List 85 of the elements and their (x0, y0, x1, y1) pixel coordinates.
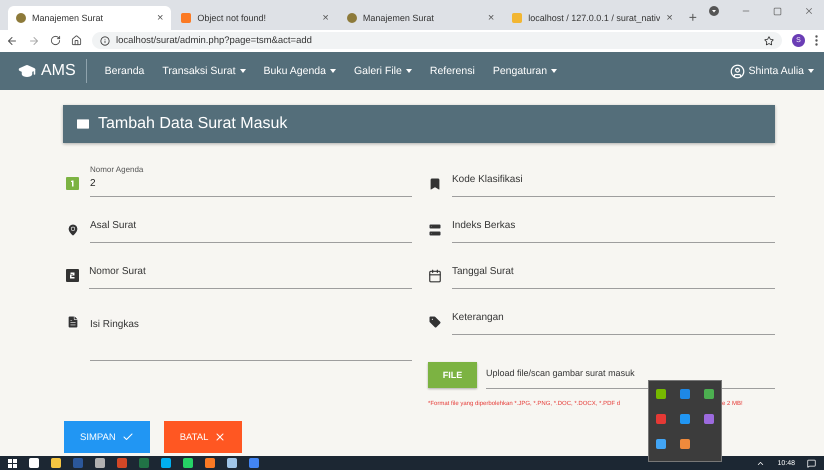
close-tab-button[interactable]: × (156, 12, 164, 24)
tray-app-icon[interactable] (680, 438, 690, 448)
tab-title: localhost / 127.0.0.1 / surat_nativ (528, 13, 660, 23)
input-field[interactable]: Indeks Berkas (452, 215, 775, 243)
browser-tab[interactable]: Object not found! × (173, 6, 337, 30)
graduation-cap-icon (18, 62, 36, 80)
favicon-icon (346, 13, 357, 23)
url-text: localhost/surat/admin.php?page=tsm&act=add (116, 35, 312, 46)
tab-title: Object not found! (197, 13, 267, 23)
field-label: Nomor Agenda (90, 165, 144, 174)
menu-icon[interactable] (815, 35, 818, 46)
back-icon[interactable] (6, 34, 18, 46)
form-title: Tambah Data Surat Masuk (98, 115, 288, 133)
taskbar-app-icon[interactable] (249, 458, 259, 468)
number-one-icon (66, 177, 79, 190)
forward-icon[interactable] (28, 34, 40, 46)
nav-item[interactable]: Referensi (430, 65, 475, 77)
new-tab-button[interactable]: + (682, 9, 697, 30)
favicon-icon (181, 13, 192, 23)
user-icon (730, 64, 745, 78)
nav-item[interactable]: Galeri File (354, 65, 412, 77)
bookmark-star-icon[interactable] (764, 36, 774, 46)
caret-icon (551, 69, 558, 73)
input-field[interactable]: Keterangan (452, 307, 775, 335)
favicon-icon (512, 13, 522, 23)
text-area[interactable]: Isi Ringkas (90, 293, 412, 361)
input-field[interactable]: Kode Klasifikasi (452, 169, 775, 197)
nav-item[interactable]: Buku Agenda (264, 65, 336, 77)
tray-app-icon[interactable] (656, 388, 666, 398)
taskbar-app-icon[interactable] (183, 458, 193, 468)
tray-app-icon[interactable] (704, 388, 714, 398)
taskbar-app-icon[interactable] (95, 458, 105, 468)
browser-tab[interactable]: localhost / 127.0.0.1 / surat_nativ × (504, 6, 681, 30)
check-icon (122, 431, 134, 443)
caret-icon (406, 69, 412, 73)
storage-icon (428, 223, 442, 237)
tray-app-icon[interactable] (656, 414, 666, 424)
tray-app-icon[interactable] (704, 414, 714, 424)
nav-item[interactable]: Beranda (104, 65, 144, 77)
close-tab-button[interactable]: × (322, 12, 329, 24)
label-icon (428, 315, 442, 329)
number-two-icon (66, 269, 79, 282)
close-tab-button[interactable]: × (666, 12, 673, 24)
notification-icon[interactable] (807, 458, 816, 468)
restore-icon[interactable] (773, 6, 782, 16)
favicon-icon (16, 13, 26, 23)
taskbar-app-icon[interactable] (205, 458, 215, 468)
tray-app-icon[interactable] (656, 438, 666, 448)
bookmark-icon (428, 177, 442, 191)
tab-title: Manajemen Surat (362, 13, 435, 23)
tray-app-icon[interactable] (680, 388, 690, 398)
document-icon (66, 315, 80, 329)
save-button[interactable]: SIMPAN (64, 421, 150, 453)
location-pin-icon (66, 223, 80, 237)
brand-name[interactable]: AMS (41, 62, 76, 80)
calendar-icon (428, 269, 442, 283)
info-icon[interactable] (100, 36, 110, 46)
address-bar[interactable]: localhost/surat/admin.php?page=tsm&act=add (92, 32, 782, 49)
input-field[interactable]: Asal Surat (90, 215, 412, 243)
windows-logo-icon[interactable] (8, 458, 17, 468)
tray-app-icon[interactable] (680, 414, 690, 424)
input-field[interactable]: Nomor Surat (89, 261, 412, 289)
input-field[interactable]: 2 (90, 178, 412, 197)
cancel-button[interactable]: BATAL (164, 421, 242, 453)
browser-tab[interactable]: Manajemen Surat × (338, 6, 502, 30)
close-icon[interactable] (804, 6, 814, 16)
caret-icon (330, 69, 336, 73)
dropdown-icon[interactable] (709, 6, 719, 16)
taskbar-app-icon[interactable] (29, 458, 39, 468)
close-icon (214, 431, 226, 443)
caret-icon (808, 69, 814, 73)
tab-title: Manajemen Surat (32, 13, 104, 23)
taskbar-app-icon[interactable] (227, 458, 237, 468)
close-tab-button[interactable]: × (488, 12, 494, 24)
user-menu[interactable]: Shinta Aulia (730, 64, 814, 78)
taskbar-app-icon[interactable] (117, 458, 127, 468)
nav-item[interactable]: Pengaturan (492, 65, 558, 77)
home-icon[interactable] (71, 35, 82, 46)
taskbar-app-icon[interactable] (51, 458, 61, 468)
taskbar-app-icon[interactable] (161, 458, 171, 468)
input-field[interactable]: Tanggal Surat (452, 261, 775, 289)
reload-icon[interactable] (50, 35, 61, 46)
caret-icon (240, 69, 246, 73)
nav-item[interactable]: Transaksi Surat (162, 65, 246, 77)
browser-tab[interactable]: Manajemen Surat × (8, 6, 172, 30)
